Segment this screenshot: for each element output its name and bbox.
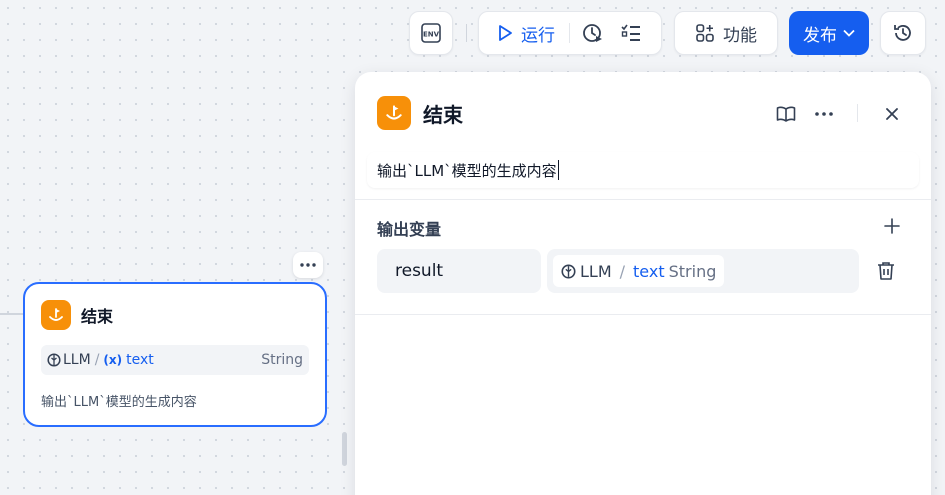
section-divider bbox=[355, 314, 931, 315]
svg-text:ENV: ENV bbox=[423, 31, 440, 39]
flag-icon bbox=[386, 105, 402, 120]
end-node[interactable]: 结束 LLM / (x) text String 输出`LLM`模型的生成内容 bbox=[23, 282, 327, 427]
env-icon: ENV bbox=[421, 23, 441, 43]
canvas-scrollbar[interactable] bbox=[342, 432, 347, 466]
ref-var: text bbox=[633, 261, 665, 281]
checklist-icon bbox=[621, 24, 640, 41]
variable-reference-select[interactable]: LLM / text String bbox=[547, 249, 859, 293]
path-separator: / bbox=[619, 261, 626, 281]
add-variable-button[interactable] bbox=[879, 214, 905, 238]
close-panel-button[interactable] bbox=[879, 102, 905, 126]
more-icon bbox=[815, 112, 833, 116]
node-config-panel: 结束 输出`LLM`模型的生成内容 输出变量 result LLM / text… bbox=[355, 72, 931, 495]
chevron-down-icon bbox=[843, 29, 855, 37]
panel-title: 结束 bbox=[423, 102, 463, 127]
variable-name-value: result bbox=[395, 261, 444, 281]
run-button[interactable]: 运行 bbox=[489, 21, 563, 46]
node-var-source: LLM bbox=[63, 352, 91, 368]
env-button[interactable]: ENV bbox=[409, 11, 453, 55]
connection-edge bbox=[0, 313, 24, 315]
panel-more-button[interactable] bbox=[811, 102, 837, 126]
apps-add-icon bbox=[696, 24, 714, 42]
ref-source: LLM bbox=[580, 261, 612, 281]
help-doc-button[interactable] bbox=[773, 102, 799, 126]
variable-name-input[interactable]: result bbox=[377, 249, 541, 293]
path-separator: / bbox=[94, 352, 100, 368]
node-variable-row: LLM / (x) text String bbox=[41, 345, 309, 375]
ref-type: String bbox=[668, 261, 717, 281]
llm-icon bbox=[47, 353, 61, 367]
run-history-button[interactable] bbox=[580, 20, 606, 46]
output-variables-title: 输出变量 bbox=[377, 220, 442, 239]
delete-variable-button[interactable] bbox=[873, 259, 899, 283]
history-icon bbox=[894, 25, 911, 41]
header-divider bbox=[857, 104, 858, 122]
node-variable-ref: LLM / (x) text bbox=[47, 352, 154, 368]
text-cursor bbox=[557, 160, 559, 180]
version-history-button[interactable] bbox=[880, 11, 926, 55]
book-open-icon bbox=[776, 106, 796, 122]
publish-button[interactable]: 发布 bbox=[789, 11, 869, 55]
plus-icon bbox=[884, 218, 900, 234]
clock-play-icon bbox=[583, 24, 602, 42]
run-group: 运行 bbox=[478, 11, 662, 55]
end-node-icon bbox=[41, 300, 71, 330]
node-title: 结束 bbox=[81, 307, 114, 326]
node-var-name: text bbox=[126, 352, 154, 368]
node-more-button[interactable] bbox=[293, 252, 323, 278]
close-icon bbox=[886, 108, 898, 120]
description-text: 输出`LLM`模型的生成内容 bbox=[377, 161, 557, 180]
variable-icon: (x) bbox=[103, 353, 123, 367]
node-header: 结束 bbox=[41, 300, 113, 330]
play-icon bbox=[499, 25, 512, 41]
description-field[interactable]: 输出`LLM`模型的生成内容 bbox=[367, 152, 919, 188]
panel-node-icon bbox=[377, 96, 411, 130]
features-label: 功能 bbox=[723, 25, 757, 46]
node-description: 输出`LLM`模型的生成内容 bbox=[41, 395, 197, 410]
toolbar-divider bbox=[466, 24, 467, 42]
checklist-button[interactable] bbox=[618, 20, 644, 46]
publish-label: 发布 bbox=[803, 25, 837, 46]
run-divider bbox=[569, 23, 570, 43]
trash-icon bbox=[878, 262, 894, 280]
features-button[interactable]: 功能 bbox=[674, 11, 778, 55]
llm-icon bbox=[561, 263, 576, 279]
panel-header: 结束 bbox=[377, 96, 463, 130]
panel-divider bbox=[355, 199, 931, 200]
more-icon bbox=[300, 263, 316, 267]
flag-icon bbox=[49, 308, 63, 321]
variable-reference-tag: LLM / text String bbox=[553, 255, 725, 287]
run-label: 运行 bbox=[521, 25, 555, 46]
node-var-type: String bbox=[261, 352, 303, 368]
